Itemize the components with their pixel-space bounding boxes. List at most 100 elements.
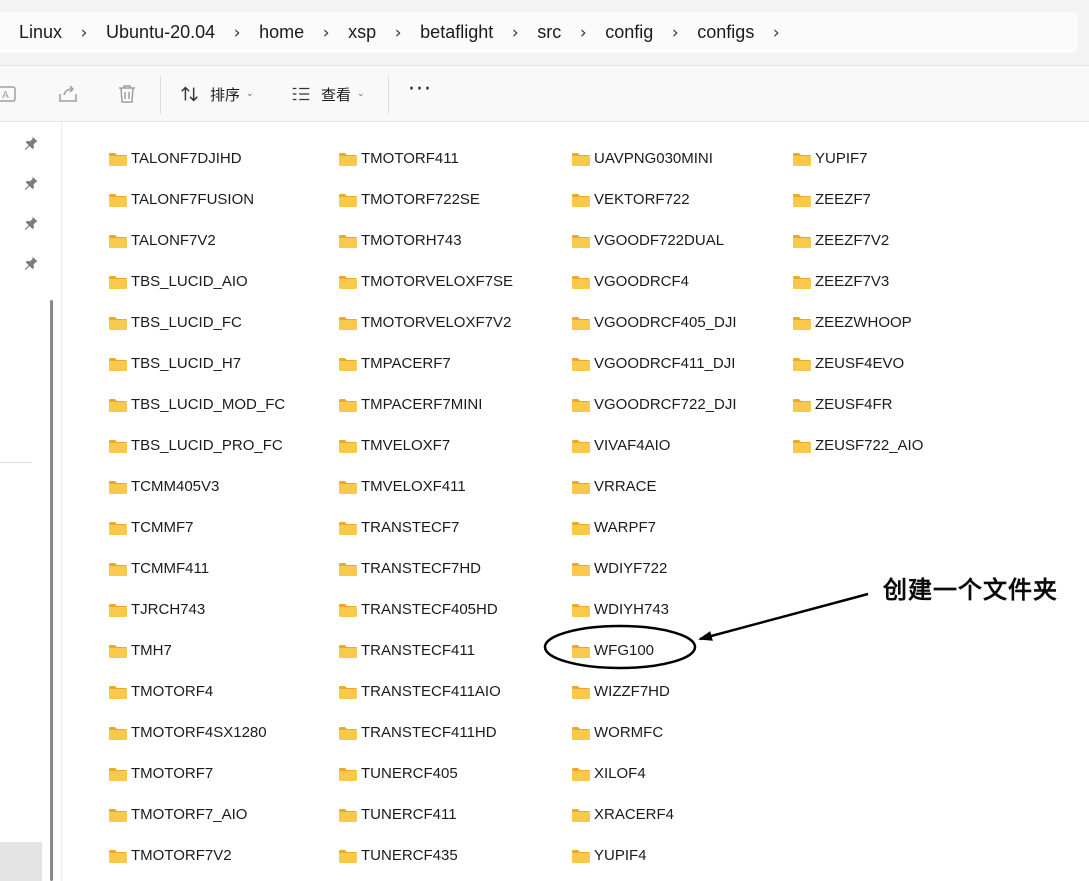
breadcrumb-item[interactable]: home › [259, 22, 348, 43]
folder-icon [571, 151, 591, 167]
folder-item[interactable]: UAVPNG030MINI [571, 138, 737, 179]
folder-item[interactable]: ZEUSF4FR [792, 384, 923, 425]
breadcrumb-item[interactable]: config › [605, 22, 697, 43]
folder-item[interactable]: TMOTORH743 [338, 220, 513, 261]
breadcrumb-item[interactable]: Linux › [19, 22, 106, 43]
folder-item[interactable]: TMOTORF411 [338, 138, 513, 179]
folder-item[interactable]: WARPF7 [571, 507, 737, 548]
sort-button[interactable]: 排序 ⌄ [179, 80, 254, 108]
breadcrumb-item[interactable]: src › [537, 22, 605, 43]
folder-item[interactable]: WIZZF7HD [571, 671, 737, 712]
folder-item[interactable]: TRANSTECF411 [338, 630, 513, 671]
breadcrumb-item[interactable]: betaflight › [420, 22, 537, 43]
folder-item[interactable]: TMOTORVELOXF7SE [338, 261, 513, 302]
breadcrumb-item[interactable]: xsp › [348, 22, 420, 43]
folder-item[interactable]: TMOTORF7 [108, 753, 285, 794]
folder-item[interactable]: TCMMF7 [108, 507, 285, 548]
more-options-button[interactable]: ··· [406, 79, 434, 108]
folder-icon [108, 684, 128, 700]
folder-item[interactable]: TBS_LUCID_H7 [108, 343, 285, 384]
folder-item[interactable]: TUNERCF411 [338, 794, 513, 835]
folder-item[interactable]: ZEUSF722_AIO [792, 425, 923, 466]
nav-selected-item[interactable] [0, 842, 42, 881]
folder-item[interactable]: VGOODRCF4 [571, 261, 737, 302]
folder-item[interactable]: TJRCH743 [108, 589, 285, 630]
folder-item[interactable]: TMOTORF7V2 [108, 835, 285, 876]
folder-item[interactable]: TUNERCF435 [338, 835, 513, 876]
folder-item[interactable]: ZEEZF7V3 [792, 261, 923, 302]
folder-item[interactable]: WDIYF722 [571, 548, 737, 589]
folder-item[interactable]: TMPACERF7 [338, 343, 513, 384]
folder-item[interactable]: TMVELOXF411 [338, 466, 513, 507]
folder-item[interactable]: VGOODRCF411_DJI [571, 343, 737, 384]
folder-item[interactable]: ZEEZWHOOP [792, 302, 923, 343]
folder-item[interactable]: TRANSTECF7 [338, 507, 513, 548]
folder-item[interactable]: TALONF7DJIHD [108, 138, 285, 179]
folder-item[interactable]: TMVELOXF7 [338, 425, 513, 466]
folder-item[interactable]: YUPIF4 [571, 835, 737, 876]
chevron-right-icon[interactable]: › [493, 23, 537, 43]
folder-icon [571, 848, 591, 864]
folder-item[interactable]: TALONF7V2 [108, 220, 285, 261]
folder-item[interactable]: XRACERF4 [571, 794, 737, 835]
folder-item[interactable]: XILOF4 [571, 753, 737, 794]
folder-item[interactable]: TMOTORF722SE [338, 179, 513, 220]
folder-item[interactable]: TMOTORF4SX1280 [108, 712, 285, 753]
folder-item[interactable]: ZEEZF7 [792, 179, 923, 220]
folder-name: ZEEZF7V3 [815, 273, 890, 290]
nav-scrollbar[interactable] [50, 300, 53, 881]
folder-item[interactable]: VEKTORF722 [571, 179, 737, 220]
folder-item[interactable]: TRANSTECF411HD [338, 712, 513, 753]
folder-item[interactable]: WFG100 [571, 630, 737, 671]
folder-item[interactable]: WORMFC [571, 712, 737, 753]
folder-item[interactable]: VGOODRCF722_DJI [571, 384, 737, 425]
folder-item[interactable]: TBS_LUCID_PRO_FC [108, 425, 285, 466]
folder-item[interactable]: TMH7 [108, 630, 285, 671]
chevron-right-icon[interactable]: › [62, 23, 106, 43]
folder-icon [571, 725, 591, 741]
chevron-right-icon[interactable]: › [561, 23, 605, 43]
breadcrumb-item[interactable]: configs › [697, 22, 798, 43]
folder-item[interactable]: TBS_LUCID_MOD_FC [108, 384, 285, 425]
breadcrumb-item[interactable]: Ubuntu-20.04 › [106, 22, 259, 43]
breadcrumb[interactable]: Linux › Ubuntu-20.04 › home › xsp › betaflight › s… [0, 12, 1078, 53]
folder-item[interactable]: TBS_LUCID_FC [108, 302, 285, 343]
folder-item[interactable]: TRANSTECF411AIO [338, 671, 513, 712]
folder-item[interactable]: TMOTORF7_AIO [108, 794, 285, 835]
folder-item[interactable]: VIVAF4AIO [571, 425, 737, 466]
folder-item[interactable]: TUNERCF405 [338, 753, 513, 794]
folder-item[interactable]: VGOODF722DUAL [571, 220, 737, 261]
rename-icon[interactable]: A [0, 82, 18, 106]
folder-icon [338, 397, 358, 413]
folder-name: ZEUSF4FR [815, 396, 893, 413]
folder-item[interactable]: ZEUSF4EVO [792, 343, 923, 384]
folder-item[interactable]: WDIYH743 [571, 589, 737, 630]
folder-icon [108, 520, 128, 536]
breadcrumb-item-label: Linux [19, 22, 63, 42]
folder-item[interactable]: VRRACE [571, 466, 737, 507]
chevron-right-icon[interactable]: › [304, 23, 348, 43]
folder-item[interactable]: TMOTORVELOXF7V2 [338, 302, 513, 343]
folder-item[interactable]: ZEEZF7V2 [792, 220, 923, 261]
delete-icon[interactable] [115, 82, 139, 106]
chevron-right-icon[interactable]: › [215, 23, 259, 43]
folder-name: TALONF7DJIHD [131, 150, 242, 167]
folder-column: UAVPNG030MINI VEKTORF722 VGOODF722DUAL VGOO… [571, 138, 737, 876]
folder-item[interactable]: TMOTORF4 [108, 671, 285, 712]
chevron-right-icon[interactable]: › [754, 23, 798, 43]
folder-item[interactable]: TRANSTECF405HD [338, 589, 513, 630]
chevron-right-icon[interactable]: › [376, 23, 420, 43]
folder-item[interactable]: VGOODRCF405_DJI [571, 302, 737, 343]
breadcrumb-item-label: home [259, 22, 305, 42]
folder-item[interactable]: TRANSTECF7HD [338, 548, 513, 589]
view-button[interactable]: 查看 ⌄ [290, 80, 365, 108]
share-icon[interactable] [56, 82, 80, 106]
folder-item[interactable]: YUPIF7 [792, 138, 923, 179]
chevron-right-icon[interactable]: › [653, 23, 697, 43]
folder-item[interactable]: TALONF7FUSION [108, 179, 285, 220]
folder-item[interactable]: TMPACERF7MINI [338, 384, 513, 425]
folder-item[interactable]: TBS_LUCID_AIO [108, 261, 285, 302]
folder-item[interactable]: TCMMF411 [108, 548, 285, 589]
folder-name: XRACERF4 [594, 806, 675, 823]
folder-item[interactable]: TCMM405V3 [108, 466, 285, 507]
